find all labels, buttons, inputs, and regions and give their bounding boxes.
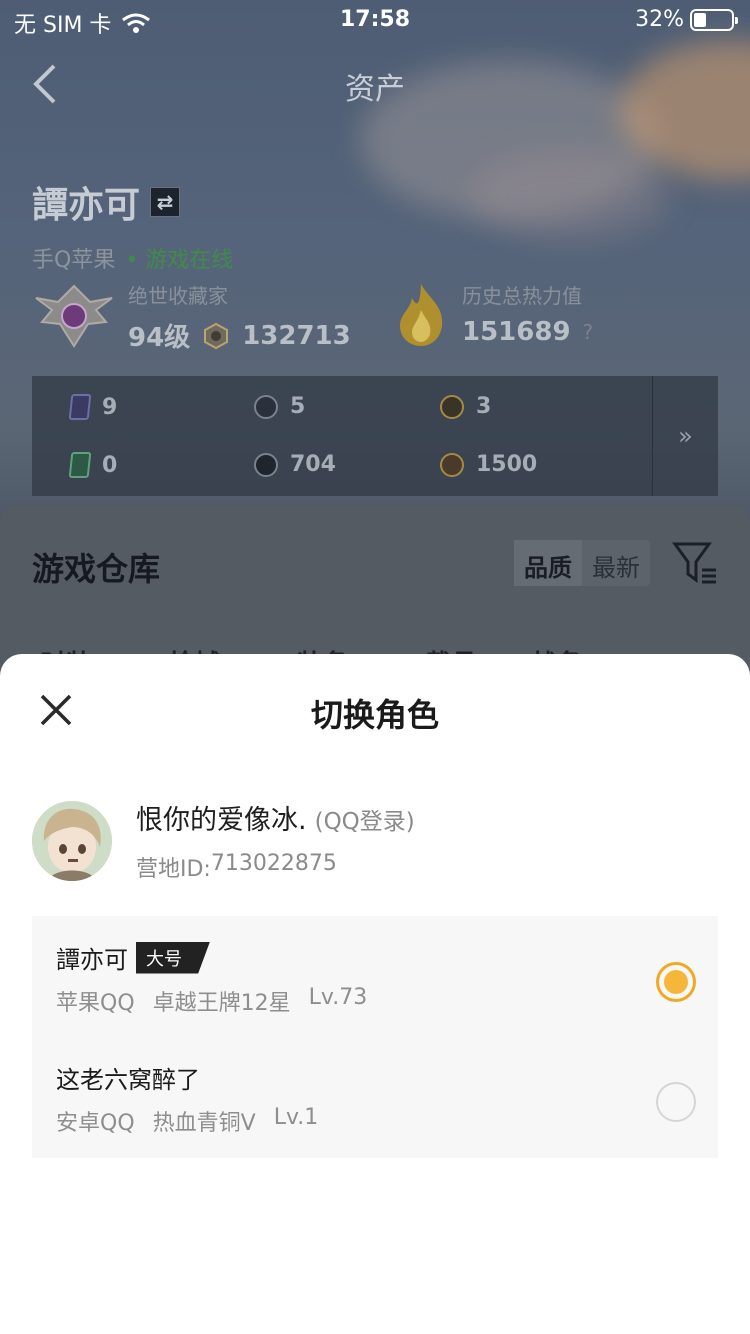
role-item[interactable]: 譚亦可 大号 苹果QQ 卓越王牌12星 Lv.73 [56,940,696,1020]
sky-cloud [470,150,670,240]
role-item[interactable]: 这老六窝醉了 安卓QQ 热血青铜V Lv.1 [56,1060,696,1140]
sheet-title: 切换角色 [310,696,439,734]
nav-bar: 资产 [0,50,750,120]
collector-label: 绝世收藏家 [128,284,228,308]
camp-id-value: 713022875 [210,851,337,876]
count-gold-coin: 3 [440,394,491,419]
avatar [32,800,112,881]
collector-stat: 绝世收藏家 94级 132713 [32,280,351,354]
filter-icon [672,542,716,584]
collector-level: 94级 [128,323,191,353]
player-name-row: 譚亦可 ⇄ [32,176,233,228]
role-platform: 苹果QQ [56,991,135,1016]
purple-card-icon [68,394,92,420]
player-name: 譚亦可 [32,185,141,226]
count-green-card: 0 [68,452,118,478]
page-title: 资产 [345,72,405,107]
switch-role-sheet: 切换角色 恨你的爱像冰. (QQ登录) 营地ID: 713022875 譚亦可 … [0,654,750,1334]
currency-counts[interactable]: 9 5 3 0 704 1500 » [32,376,718,496]
role-rank: 卓越王牌12星 [152,991,291,1016]
main-account-badge: 大号 [136,941,210,974]
player-subtitle: 手Q苹果 • 游戏在线 [32,242,233,274]
player-profile: 譚亦可 ⇄ 手Q苹果 • 游戏在线 [32,176,233,274]
camp-id: 营地ID: 713022875 [136,851,415,883]
count-dark-coin: 704 [254,452,336,477]
role-list: 譚亦可 大号 苹果QQ 卓越王牌12星 Lv.73 这老六窝醉了 安卓QQ 热血… [32,916,718,1158]
role-radio[interactable] [656,1082,696,1122]
flame-icon [392,280,450,350]
sort-toggle: 品质 最新 [514,540,650,586]
role-name: 这老六窝醉了 [56,1066,200,1094]
count-value: 704 [290,452,336,477]
login-method: (QQ登录) [314,809,415,835]
account-name: 恨你的爱像冰. [136,805,307,836]
role-platform: 安卓QQ [56,1111,135,1136]
dark-coin-icon [254,452,278,477]
count-value: 9 [102,394,118,420]
camp-id-label: 营地ID: [136,857,211,882]
help-icon[interactable]: ? [583,320,594,344]
gold-coin-icon [440,394,464,419]
bronze-coin-icon [440,452,464,477]
sort-quality[interactable]: 品质 [514,540,582,586]
count-bronze-coin: 1500 [440,452,537,477]
count-value: 0 [102,452,118,478]
role-name: 譚亦可 [56,946,128,974]
more-arrow-icon[interactable]: » [652,376,718,496]
filter-button[interactable] [672,540,718,586]
count-silver-coin: 5 [254,394,305,419]
heat-value: 151689 [462,317,571,347]
battery-percent: 32% [635,7,684,32]
collector-points-icon [204,322,229,349]
account-info: 恨你的爱像冰. (QQ登录) 营地ID: 713022875 [32,798,415,883]
player-platform: 手Q苹果 [32,248,116,273]
role-radio-selected[interactable] [656,962,696,1002]
collector-badge-icon [32,280,116,350]
count-value: 5 [290,394,306,419]
green-card-icon [68,452,92,478]
count-value: 3 [476,394,492,419]
role-level: Lv.73 [308,985,368,1010]
status-bar: 无 SIM 卡 17:58 32% [0,0,750,40]
role-rank: 热血青铜V [152,1111,256,1136]
count-value: 1500 [476,452,538,477]
battery-icon [690,8,738,31]
heat-label: 历史总热力值 [462,284,582,308]
online-status: • 游戏在线 [125,248,234,273]
warehouse-title: 游戏仓库 [32,550,161,588]
collector-points: 132713 [242,320,351,351]
count-purple-card: 9 [68,394,118,420]
role-level: Lv.1 [273,1105,319,1130]
silver-coin-icon [254,394,278,419]
swap-icon[interactable]: ⇄ [150,187,181,217]
sort-newest[interactable]: 最新 [582,540,650,586]
heat-stat: 历史总热力值 151689 ? [392,280,593,350]
